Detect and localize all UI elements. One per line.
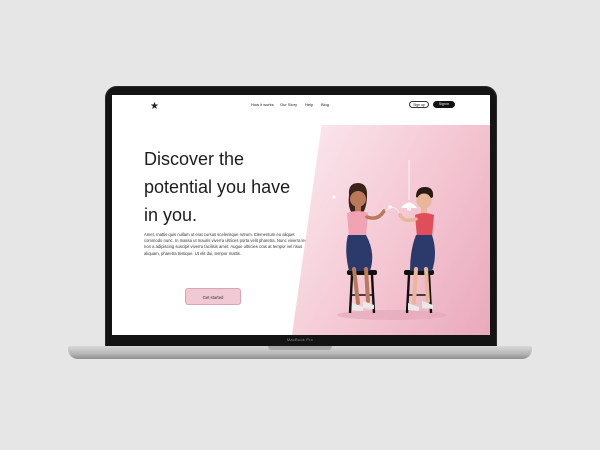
nav-link-help[interactable]: Help <box>305 102 313 107</box>
two-women-illustration <box>332 160 447 320</box>
nav-link-how-it-works[interactable]: How it works <box>251 102 274 107</box>
star-logo-icon[interactable]: ★ <box>150 101 159 112</box>
website-screen: ★ How it works Our Story Help Blog Sign … <box>112 95 490 335</box>
nav-link-blog[interactable]: Blog <box>321 102 329 107</box>
sign-in-button[interactable]: Sign in <box>433 101 455 108</box>
get-started-button[interactable]: Get started <box>185 288 241 305</box>
hero-description: Amet, mattis quis nullam ut erat cursus … <box>144 232 313 256</box>
sign-up-button[interactable]: Sign up <box>409 101 429 108</box>
nav-link-our-story[interactable]: Our Story <box>280 102 297 107</box>
lamp-bulb <box>407 207 411 211</box>
laptop-notch <box>268 346 332 350</box>
device-label: MacBook Pro <box>286 337 314 342</box>
